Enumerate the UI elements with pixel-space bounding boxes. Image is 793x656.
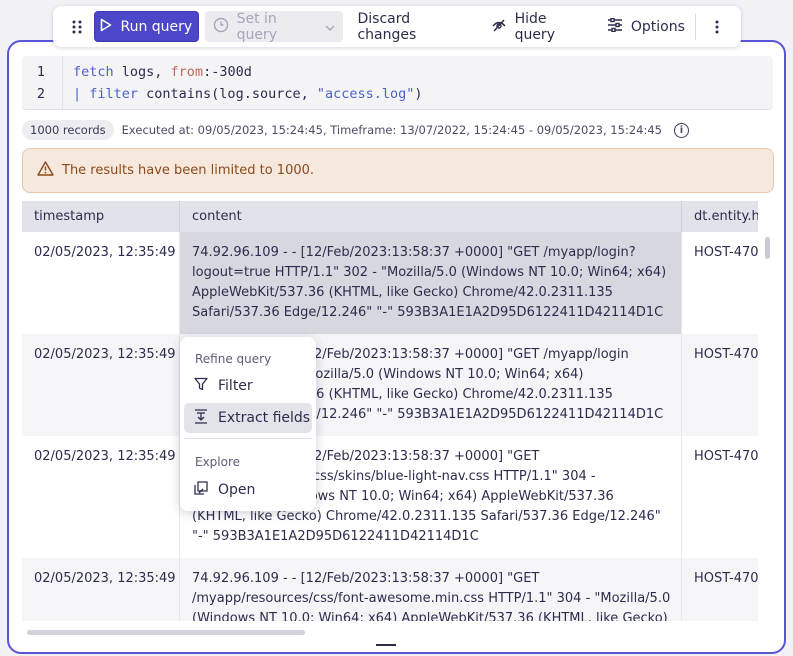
discard-changes-label: Discard changes xyxy=(357,10,417,43)
run-query-label: Run query xyxy=(120,18,193,35)
set-in-query-button[interactable]: Set in query xyxy=(204,10,344,43)
options-button[interactable]: Options xyxy=(601,11,691,42)
play-icon xyxy=(100,18,112,36)
run-query-button[interactable]: Run query xyxy=(94,11,199,42)
extract-fields-label: Extract fields xyxy=(218,410,311,426)
content-cell[interactable]: 74.92.96.109 - - [12/Feb/2023:13:58:37 +… xyxy=(180,558,682,621)
editor-line-1[interactable]: 1 fetch logs, from:-300d xyxy=(22,61,252,83)
chevron-down-icon xyxy=(325,19,335,35)
column-header-timestamp[interactable]: timestamp xyxy=(22,201,180,232)
host-cell[interactable]: HOST-470 xyxy=(682,232,758,334)
cell-context-menu: Refine query Filter Extract fields Explo… xyxy=(180,337,316,511)
warning-text: The results have been limited to 1000. xyxy=(62,163,315,178)
open-menu-item[interactable]: Open xyxy=(184,475,312,505)
query-metadata: 1000 records Executed at: 09/05/2023, 15… xyxy=(22,120,689,140)
open-external-icon xyxy=(194,481,208,499)
more-menu-icon[interactable] xyxy=(700,12,735,42)
clock-icon xyxy=(213,17,229,37)
horizontal-scrollbar[interactable] xyxy=(27,630,305,635)
content-cell[interactable]: 74.92.96.109 - - [12/Feb/2023:13:58:37 +… xyxy=(180,232,682,334)
extract-icon xyxy=(194,408,208,428)
column-header-content[interactable]: content xyxy=(180,201,682,232)
editor-line-2[interactable]: 2 | filter contains(log.source, "access.… xyxy=(22,83,423,105)
host-cell[interactable]: HOST-470 xyxy=(682,334,758,436)
filter-menu-item[interactable]: Filter xyxy=(184,371,312,401)
refine-query-heading: Refine query xyxy=(195,352,272,366)
timestamp-cell[interactable]: 02/05/2023, 12:35:49 xyxy=(22,558,180,621)
timestamp-cell[interactable]: 02/05/2023, 12:35:49 xyxy=(22,436,180,558)
hide-query-button[interactable]: Hide query xyxy=(485,10,595,43)
section-resize-handle[interactable] xyxy=(376,644,396,646)
table-header: timestamp content dt.entity.h xyxy=(22,201,758,232)
table-row: 02/05/2023, 12:35:49 74.92.96.109 - - [1… xyxy=(22,436,758,558)
results-table: timestamp content dt.entity.h 02/05/2023… xyxy=(22,201,758,621)
query-toolbar: Run query Set in query Discard changes H… xyxy=(53,6,741,47)
line-number: 1 xyxy=(36,64,46,80)
toolbar-divider xyxy=(694,13,696,40)
vertical-scrollbar[interactable] xyxy=(765,237,770,259)
records-badge: 1000 records xyxy=(22,120,114,140)
extract-fields-menu-item[interactable]: Extract fields xyxy=(184,403,312,433)
notebook-section: 1 fetch logs, from:-300d 2 | filter cont… xyxy=(7,40,786,654)
host-cell[interactable]: HOST-470 xyxy=(682,558,758,621)
host-cell[interactable]: HOST-470 xyxy=(682,436,758,558)
timestamp-cell[interactable]: 02/05/2023, 12:35:49 xyxy=(22,334,180,436)
explore-heading: Explore xyxy=(195,455,241,469)
filter-icon xyxy=(194,377,208,395)
code-text: | filter contains(log.source, "access.lo… xyxy=(73,86,423,102)
info-icon[interactable]: i xyxy=(673,122,689,138)
hide-query-label: Hide query xyxy=(514,10,555,43)
table-row: 02/05/2023, 12:35:49 74.92.96.109 - - [1… xyxy=(22,558,758,621)
warning-icon xyxy=(37,161,54,180)
line-number: 2 xyxy=(36,86,46,102)
discard-changes-button[interactable]: Discard changes xyxy=(351,10,476,43)
filter-label: Filter xyxy=(218,378,253,394)
timestamp-cell[interactable]: 02/05/2023, 12:35:49 xyxy=(22,232,180,334)
open-label: Open xyxy=(218,482,256,498)
menu-divider xyxy=(184,438,312,439)
table-row: 02/05/2023, 12:35:49 74.92.96.109 - - [1… xyxy=(22,334,758,436)
drag-handle-icon[interactable] xyxy=(59,12,94,42)
execution-info: Executed at: 09/05/2023, 15:24:45, Timef… xyxy=(121,123,662,137)
table-row: 02/05/2023, 12:35:49 74.92.96.109 - - [1… xyxy=(22,232,758,334)
code-text: fetch logs, from:-300d xyxy=(73,64,252,80)
sliders-icon xyxy=(607,17,623,36)
column-header-entity[interactable]: dt.entity.h xyxy=(682,201,758,232)
options-label: Options xyxy=(630,18,685,35)
query-editor[interactable]: 1 fetch logs, from:-300d 2 | filter cont… xyxy=(22,56,773,110)
set-in-query-label: Set in query xyxy=(236,10,277,43)
results-limit-warning: The results have been limited to 1000. xyxy=(22,148,774,193)
eye-off-icon xyxy=(491,17,507,37)
